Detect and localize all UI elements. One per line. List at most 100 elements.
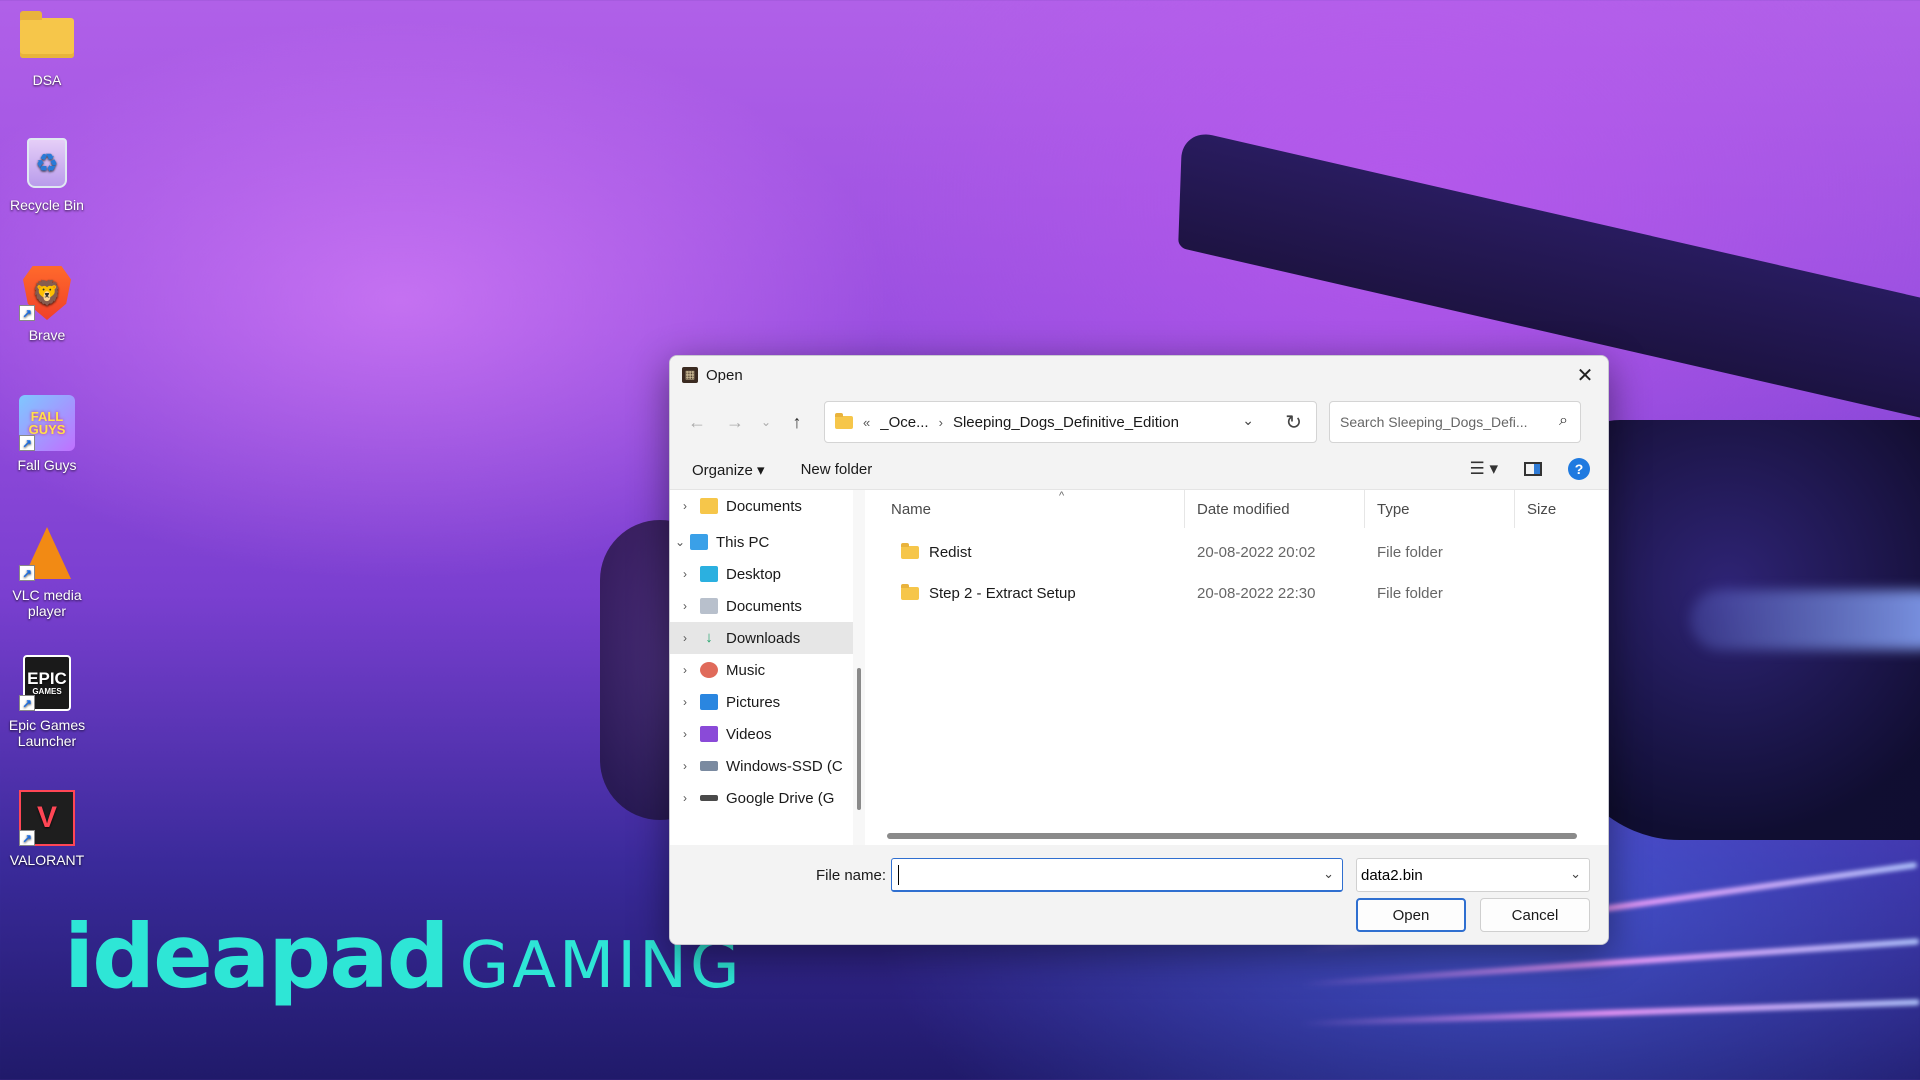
chevron-right-icon[interactable]: › (670, 791, 700, 805)
shortcut-arrow-icon: ↗ (19, 435, 35, 451)
command-bar: Organize ▾ New folder ☰ ▾ ? (670, 450, 1608, 490)
view-options-icon[interactable]: ☰ ▾ (1470, 459, 1499, 479)
recycle-bin-icon: ♻ (19, 135, 75, 191)
desktop-icon-epic-games[interactable]: EPIC GAMES ↗ Epic Games Launcher (0, 655, 94, 749)
column-headers: ^ Name Date modified Type Size (879, 490, 1608, 528)
arrow-left-icon: ← (688, 411, 706, 432)
back-button[interactable]: ← (678, 404, 716, 440)
chevron-right-icon[interactable]: › (670, 499, 700, 513)
tree-item-label: Google Drive (G (726, 789, 835, 807)
tree-item-label: Documents (726, 597, 802, 615)
arrow-right-icon: → (726, 411, 744, 432)
tree-item-documents[interactable]: › Documents (670, 590, 865, 622)
up-button[interactable]: ↑ (778, 404, 816, 440)
chevron-right-icon[interactable]: › (670, 663, 700, 677)
new-folder-button[interactable]: New folder (801, 461, 873, 478)
dialog-titlebar[interactable]: ▦ Open ✕ (670, 356, 1608, 394)
file-type-filter[interactable]: data2.bin ⌄ (1356, 858, 1590, 892)
desktop-icon-label: VLC media player (12, 587, 82, 619)
tree-item-pictures[interactable]: › Pictures (670, 686, 865, 718)
tree-item-downloads[interactable]: › ↓ Downloads (670, 622, 865, 654)
breadcrumb-item[interactable]: Sleeping_Dogs_Definitive_Edition (953, 414, 1179, 431)
folder-icon (901, 543, 919, 559)
desktop-icon-dsa[interactable]: DSA (0, 10, 94, 88)
help-icon[interactable]: ? (1568, 458, 1590, 480)
desktop-icon-recycle-bin[interactable]: ♻ Recycle Bin (0, 135, 94, 213)
desktop-icon-brave[interactable]: 🦁 ↗ Brave (0, 265, 94, 343)
file-list: ^ Name Date modified Type Size Redist 20… (865, 490, 1608, 845)
file-row[interactable]: Step 2 - Extract Setup 20-08-2022 22:30 … (879, 573, 1608, 614)
desktop-icon-fall-guys[interactable]: FALL GUYS ↗ Fall Guys (0, 395, 94, 473)
fall-guys-icon: FALL GUYS ↗ (19, 395, 75, 451)
chevron-right-icon[interactable]: › (670, 759, 700, 773)
column-header-size[interactable]: Size (1515, 490, 1575, 528)
chevron-down-icon[interactable]: ⌄ (1570, 866, 1581, 882)
file-type: File folder (1377, 585, 1443, 602)
column-header-type[interactable]: Type (1365, 490, 1515, 528)
file-name-input[interactable]: ⌄ (891, 858, 1343, 892)
chevron-down-icon: ⌄ (760, 415, 772, 429)
search-box[interactable]: Search Sleeping_Dogs_Defi... ⌕ (1329, 401, 1581, 443)
file-row[interactable]: Redist 20-08-2022 20:02 File folder (879, 532, 1608, 573)
tree-item-videos[interactable]: › Videos (670, 718, 865, 750)
file-date: 20-08-2022 20:02 (1197, 544, 1316, 561)
file-name-label: File name: (816, 867, 887, 884)
address-dropdown-icon[interactable]: ⌄ (1242, 412, 1254, 429)
desktop-icon (700, 566, 718, 582)
chevron-right-icon[interactable]: › (670, 727, 700, 741)
close-button[interactable]: ✕ (1562, 356, 1608, 394)
desktop-icon-label: Recycle Bin (10, 197, 84, 213)
recent-locations-button[interactable]: ⌄ (754, 404, 778, 440)
chevron-right-icon[interactable]: › (670, 695, 700, 709)
vlc-cone-icon: ↗ (19, 525, 75, 581)
tree-item-label: Documents (726, 497, 802, 515)
tree-item-documents-quick[interactable]: › Documents (670, 490, 865, 522)
horizontal-scrollbar[interactable] (887, 833, 1577, 839)
forward-button[interactable]: → (716, 404, 754, 440)
search-input[interactable]: Search Sleeping_Dogs_Defi... (1340, 414, 1528, 430)
desktop-icon-vlc[interactable]: ↗ VLC media player (0, 525, 94, 619)
shortcut-arrow-icon: ↗ (19, 305, 35, 321)
file-name: Redist (929, 544, 972, 561)
shortcut-arrow-icon: ↗ (19, 830, 35, 846)
cancel-button[interactable]: Cancel (1480, 898, 1590, 932)
navigation-pane-scrollbar[interactable] (853, 490, 865, 845)
scrollbar-thumb[interactable] (857, 668, 861, 810)
folder-icon (19, 10, 75, 66)
tree-item-desktop[interactable]: › Desktop (670, 558, 865, 590)
column-header-name[interactable]: Name (879, 490, 1185, 528)
address-bar[interactable]: « _Oce... › Sleeping_Dogs_Definitive_Edi… (824, 401, 1317, 443)
close-icon: ✕ (1576, 364, 1594, 387)
breadcrumb-item[interactable]: _Oce... (880, 414, 928, 431)
navigation-bar: ← → ⌄ ↑ « _Oce... › Sleeping_Dogs_Defini… (670, 394, 1608, 450)
open-button[interactable]: Open (1356, 898, 1466, 932)
breadcrumb-overflow[interactable]: « (863, 415, 870, 430)
arrow-up-icon: ↑ (792, 411, 802, 432)
column-header-date[interactable]: Date modified (1185, 490, 1365, 528)
brand-ideapad: ideapad (64, 905, 450, 1008)
tree-item-google-drive[interactable]: › Google Drive (G (670, 782, 865, 814)
desktop-icon-valorant[interactable]: V ↗ VALORANT (0, 790, 94, 868)
file-date: 20-08-2022 22:30 (1197, 585, 1316, 602)
chevron-right-icon[interactable]: › (670, 567, 700, 581)
tree-item-label: Desktop (726, 565, 782, 583)
refresh-icon[interactable]: ↻ (1285, 410, 1302, 435)
sort-ascending-icon: ^ (1059, 490, 1065, 502)
app-icon: ▦ (682, 367, 698, 383)
shortcut-arrow-icon: ↗ (19, 565, 35, 581)
desktop-icon-label: VALORANT (9, 852, 85, 868)
tree-item-this-pc[interactable]: ⌄ This PC (670, 526, 865, 558)
file-name: Step 2 - Extract Setup (929, 585, 1076, 602)
preview-pane-icon[interactable] (1524, 462, 1542, 476)
desktop-icon-label: Fall Guys (17, 457, 77, 473)
chevron-right-icon[interactable]: › (670, 631, 700, 645)
chevron-right-icon[interactable]: › (670, 599, 700, 613)
chevron-down-icon[interactable]: ⌄ (1323, 866, 1334, 882)
organize-button[interactable]: Organize ▾ (692, 461, 765, 479)
chevron-down-icon[interactable]: ⌄ (670, 535, 690, 549)
tree-item-windows-ssd[interactable]: › Windows-SSD (C (670, 750, 865, 782)
navigation-pane: › Documents ⌄ This PC › Desktop › Docume… (670, 490, 865, 845)
folder-icon (901, 584, 919, 600)
dialog-title: Open (706, 366, 743, 384)
tree-item-music[interactable]: › Music (670, 654, 865, 686)
